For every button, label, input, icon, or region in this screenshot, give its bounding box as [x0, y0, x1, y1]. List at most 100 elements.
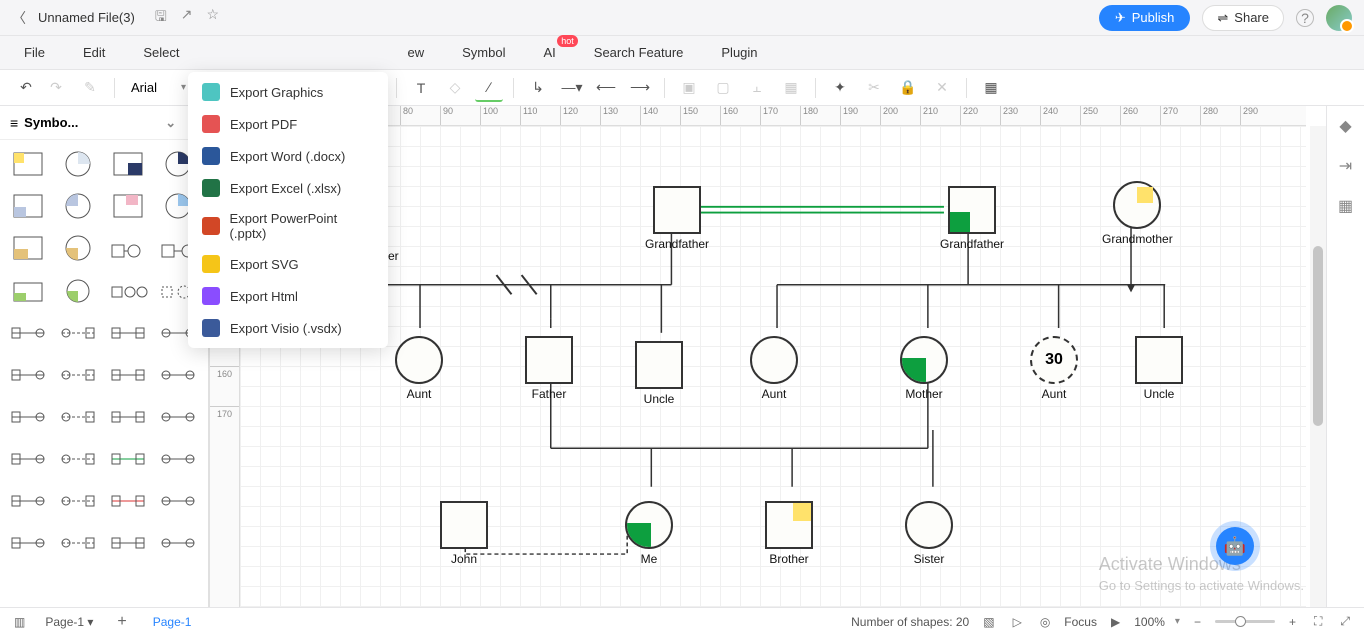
- palette-shape[interactable]: [56, 482, 100, 518]
- chevron-down-icon[interactable]: ▾: [181, 82, 186, 93]
- focus-label[interactable]: Focus: [1064, 615, 1097, 629]
- text-tool-icon[interactable]: T: [407, 74, 435, 102]
- menu-ai[interactable]: AI hot: [539, 41, 559, 64]
- lock-icon[interactable]: 🔒: [894, 74, 922, 102]
- redo-icon[interactable]: ↷: [42, 74, 70, 102]
- palette-shape[interactable]: [6, 482, 50, 518]
- star-icon[interactable]: ☆: [207, 6, 220, 30]
- palette-shape[interactable]: [156, 398, 200, 434]
- format-painter-icon[interactable]: ✎: [76, 74, 104, 102]
- diagram-node-gm[interactable]: Grandmother: [1102, 181, 1173, 246]
- play-icon[interactable]: ▶: [1107, 615, 1124, 629]
- effects-icon[interactable]: ✦: [826, 74, 854, 102]
- palette-shape[interactable]: [6, 398, 50, 434]
- avatar[interactable]: [1326, 5, 1352, 31]
- palette-shape[interactable]: [56, 524, 100, 560]
- shape-tag-icon[interactable]: ◇: [441, 74, 469, 102]
- diagram-node-aunt1[interactable]: Aunt: [395, 336, 443, 401]
- palette-shape[interactable]: [106, 524, 150, 560]
- diagram-node-brother[interactable]: Brother: [765, 501, 813, 566]
- palette-shape[interactable]: [56, 188, 100, 224]
- layers-icon[interactable]: ▧: [979, 615, 998, 629]
- publish-button[interactable]: ✈ Publish: [1099, 5, 1191, 31]
- menu-select[interactable]: Select: [139, 41, 183, 64]
- add-page-button[interactable]: +: [109, 613, 134, 631]
- palette-shape[interactable]: [156, 524, 200, 560]
- pages-panel-icon[interactable]: ▥: [10, 615, 29, 629]
- palette-shape[interactable]: [6, 356, 50, 392]
- align-objects-icon[interactable]: ⫠: [743, 74, 771, 102]
- connector-icon[interactable]: ↳: [524, 74, 552, 102]
- back-icon[interactable]: 〈: [12, 8, 26, 28]
- palette-shape[interactable]: [106, 230, 150, 266]
- canvas[interactable]: GrandfatherGrandfatherGrandmothererAuntF…: [240, 126, 1306, 607]
- diagram-node-aunt3[interactable]: 30Aunt: [1030, 336, 1078, 401]
- vertical-scrollbar[interactable]: [1310, 126, 1326, 607]
- font-family-select[interactable]: Arial: [125, 77, 175, 98]
- palette-shape[interactable]: [106, 398, 150, 434]
- export-item[interactable]: Export Excel (.xlsx): [188, 172, 388, 204]
- palette-shape[interactable]: [56, 356, 100, 392]
- palette-shape[interactable]: [156, 356, 200, 392]
- arrow-end-icon[interactable]: ⟶: [626, 74, 654, 102]
- menu-search[interactable]: Search Feature: [590, 41, 688, 64]
- export-item[interactable]: Export Visio (.vsdx): [188, 312, 388, 344]
- fullscreen-icon[interactable]: ⤢: [1336, 614, 1354, 629]
- save-icon[interactable]: 🖫: [155, 6, 167, 30]
- share-button[interactable]: ⇌ Share: [1202, 5, 1284, 31]
- export-panel-icon[interactable]: ⇥: [1339, 156, 1352, 176]
- apps-grid-icon[interactable]: ▦: [1338, 196, 1353, 216]
- palette-shape[interactable]: [106, 440, 150, 476]
- palette-shape[interactable]: [6, 230, 50, 266]
- tools-icon[interactable]: ✕: [928, 74, 956, 102]
- shapes-palette[interactable]: [0, 140, 208, 607]
- line-style-icon[interactable]: —▾: [558, 74, 586, 102]
- palette-shape[interactable]: [6, 314, 50, 350]
- crop-icon[interactable]: ✂: [860, 74, 888, 102]
- export-item[interactable]: Export PowerPoint (.pptx): [188, 204, 388, 248]
- export-item[interactable]: Export Graphics: [188, 76, 388, 108]
- diagram-node-uncle1[interactable]: Uncle: [635, 341, 683, 406]
- palette-shape[interactable]: [156, 482, 200, 518]
- palette-shape[interactable]: [56, 230, 100, 266]
- palette-shape[interactable]: [106, 272, 150, 308]
- palette-shape[interactable]: [6, 188, 50, 224]
- diagram-node-uncle2[interactable]: Uncle: [1135, 336, 1183, 401]
- diagram-node-gf2[interactable]: Grandfather: [940, 186, 1004, 251]
- export-item[interactable]: Export Html: [188, 280, 388, 312]
- focus-icon[interactable]: ◎: [1036, 615, 1054, 629]
- palette-shape[interactable]: [6, 146, 50, 182]
- diagram-node-me[interactable]: Me: [625, 501, 673, 566]
- palette-shape[interactable]: [6, 272, 50, 308]
- palette-shape[interactable]: [106, 482, 150, 518]
- menu-symbol[interactable]: Symbol: [458, 41, 509, 64]
- zoom-out-icon[interactable]: −: [1190, 615, 1205, 629]
- diagram-node-father[interactable]: Father: [525, 336, 573, 401]
- arrow-start-icon[interactable]: ⟵: [592, 74, 620, 102]
- zoom-value[interactable]: 100%: [1134, 615, 1165, 629]
- table-icon[interactable]: ▦: [977, 74, 1005, 102]
- palette-shape[interactable]: [106, 314, 150, 350]
- diagram-node-mother[interactable]: Mother: [900, 336, 948, 401]
- diagram-node-er[interactable]: er: [388, 246, 399, 263]
- palette-shape[interactable]: [106, 356, 150, 392]
- fit-screen-icon[interactable]: ⛶: [1310, 614, 1326, 629]
- undo-icon[interactable]: ↶: [12, 74, 40, 102]
- palette-shape[interactable]: [56, 272, 100, 308]
- zoom-in-icon[interactable]: +: [1285, 615, 1300, 629]
- menu-edit[interactable]: Edit: [79, 41, 109, 64]
- page-tab[interactable]: Page-1: [145, 612, 200, 632]
- help-icon[interactable]: ?: [1296, 9, 1314, 27]
- distribute-icon[interactable]: ▦: [777, 74, 805, 102]
- palette-shape[interactable]: [106, 188, 150, 224]
- palette-shape[interactable]: [56, 398, 100, 434]
- palette-shape[interactable]: [56, 440, 100, 476]
- diagram-node-sister[interactable]: Sister: [905, 501, 953, 566]
- export-item[interactable]: Export SVG: [188, 248, 388, 280]
- chat-fab-icon[interactable]: 🤖: [1216, 527, 1254, 565]
- menu-file[interactable]: File: [20, 41, 49, 64]
- palette-shape[interactable]: [156, 440, 200, 476]
- palette-shape[interactable]: [56, 146, 100, 182]
- page-select[interactable]: Page-1 ▾: [39, 612, 99, 632]
- palette-shape[interactable]: [56, 314, 100, 350]
